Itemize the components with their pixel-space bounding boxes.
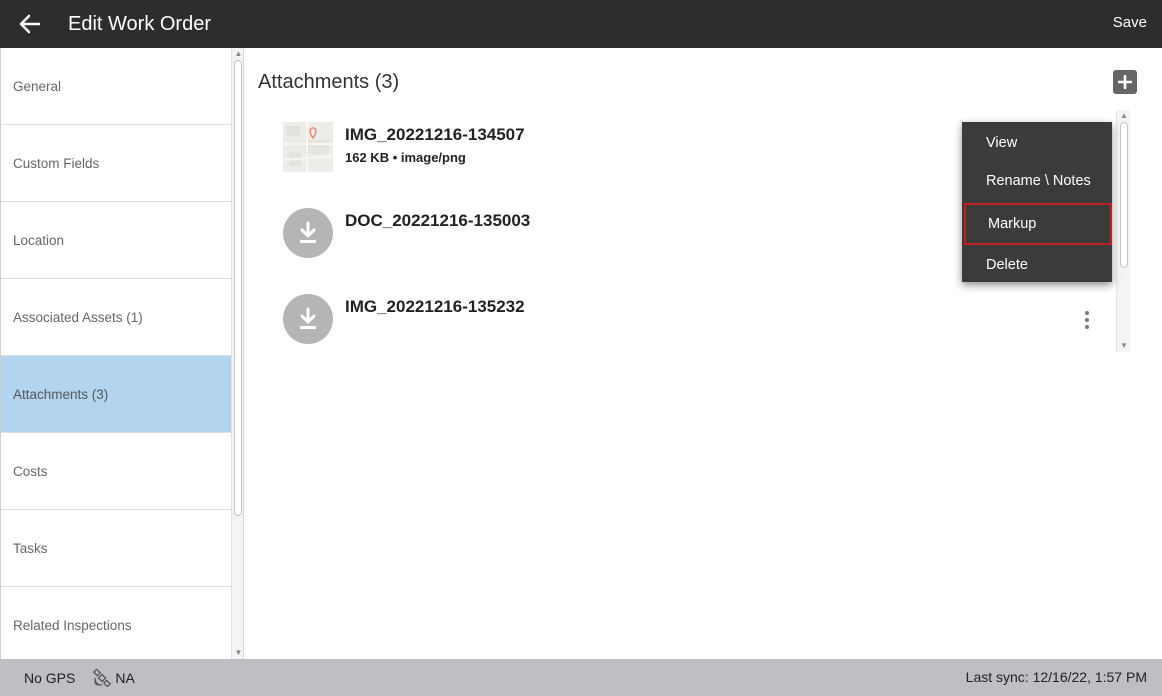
attachment-context-menu: View Rename \ Notes Markup Delete	[962, 122, 1112, 282]
page-title: Edit Work Order	[68, 12, 211, 35]
scrollbar-thumb[interactable]	[1120, 122, 1128, 268]
satellite-icon	[93, 668, 112, 687]
attachment-meta: 162 KB • image/png	[345, 150, 466, 165]
sidebar-item-related-inspections[interactable]: Related Inspections	[1, 587, 231, 659]
scrollbar-thumb[interactable]	[234, 60, 242, 516]
download-icon	[283, 294, 333, 344]
image-thumbnail	[282, 122, 334, 172]
status-bar: No GPS NA Last sync: 12/16/22, 1:57 PM	[0, 659, 1162, 696]
sidebar-item-location[interactable]: Location	[1, 202, 231, 279]
sidebar-item-attachments[interactable]: Attachments (3)	[1, 356, 231, 433]
attachment-name: IMG_20221216-135232	[345, 297, 525, 316]
sidebar-item-tasks[interactable]: Tasks	[1, 510, 231, 587]
sidebar-item-associated-assets[interactable]: Associated Assets (1)	[1, 279, 231, 356]
menu-item-markup[interactable]: Markup	[964, 203, 1112, 245]
scroll-down-icon[interactable]: ▼	[234, 649, 243, 657]
menu-item-delete[interactable]: Delete	[962, 244, 1112, 286]
attachment-name: DOC_20221216-135003	[345, 211, 531, 230]
sidebar-item-custom-fields[interactable]: Custom Fields	[1, 125, 231, 202]
attachment-name: IMG_20221216-134507	[345, 125, 525, 144]
satellite-status: NA	[115, 669, 135, 686]
scroll-up-icon[interactable]: ▲	[1119, 112, 1129, 120]
gps-status: No GPS	[24, 669, 76, 686]
sidebar-item-costs[interactable]: Costs	[1, 433, 231, 510]
last-sync-label: Last sync: 12/16/22, 1:57 PM	[965, 669, 1147, 685]
scroll-up-icon[interactable]: ▲	[234, 50, 243, 58]
menu-item-view[interactable]: View	[962, 122, 1112, 164]
menu-item-rename-notes[interactable]: Rename \ Notes	[962, 160, 1112, 202]
section-title: Attachments (3)	[258, 71, 400, 93]
attachment-item[interactable]: IMG_20221216-135232	[283, 294, 1083, 346]
plus-icon	[1118, 75, 1132, 89]
download-icon	[283, 208, 333, 258]
scroll-down-icon[interactable]: ▼	[1119, 342, 1129, 350]
arrow-left-icon	[19, 14, 41, 34]
add-attachment-button[interactable]	[1113, 70, 1137, 94]
save-button[interactable]: Save	[1113, 14, 1147, 31]
sidebar-scrollbar[interactable]: ▲ ▼	[231, 48, 244, 659]
section-sidebar: General Custom Fields Location Associate…	[0, 48, 231, 659]
app-header: Edit Work Order Save	[0, 0, 1162, 48]
sidebar-item-general[interactable]: General	[1, 48, 231, 125]
attachments-scrollbar[interactable]: ▲ ▼	[1116, 110, 1130, 352]
back-button[interactable]	[0, 0, 60, 48]
more-options-icon[interactable]	[1081, 310, 1093, 330]
